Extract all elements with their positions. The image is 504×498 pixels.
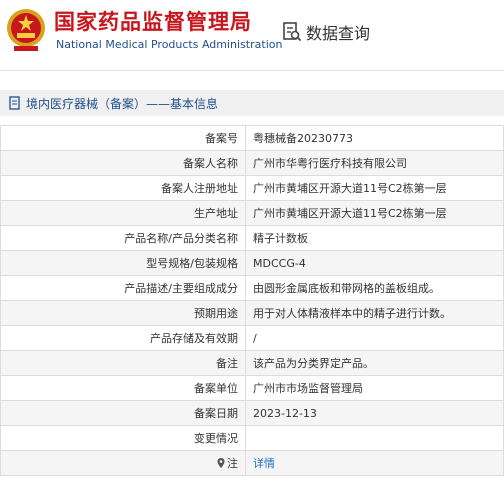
table-row: 型号规格/包装规格 MDCCG-4 (0, 250, 504, 276)
field-label: 变更情况 (0, 425, 246, 451)
table-row: 生产地址 广州市黄埔区开源大道11号C2栋第一层 (0, 200, 504, 226)
table-row: 注 详情 (0, 450, 504, 476)
field-label: 备案人注册地址 (0, 175, 246, 201)
location-pin-icon (217, 458, 225, 468)
field-label: 产品存储及有效期 (0, 325, 246, 351)
field-label: 产品描述/主要组成成分 (0, 275, 246, 301)
header-divider (0, 70, 504, 71)
national-emblem-icon (7, 9, 45, 51)
details-link[interactable]: 详情 (253, 457, 275, 470)
field-value (245, 425, 504, 451)
field-value: MDCCG-4 (245, 250, 504, 276)
table-row: 备案号 粤穗械备20230773 (0, 125, 504, 151)
field-value: 用于对人体精液样本中的精子进行计数。 (245, 300, 504, 326)
field-label: 备案日期 (0, 400, 246, 426)
table-row: 产品存储及有效期 / (0, 325, 504, 351)
field-value: 精子计数板 (245, 225, 504, 251)
data-query-label: 数据查询 (306, 24, 371, 43)
table-row: 备案单位 广州市市场监督管理局 (0, 375, 504, 401)
field-value: 由圆形金属底板和带网格的盖板组成。 (245, 275, 504, 301)
breadcrumb: 境内医疗器械（备案）——基本信息 (0, 90, 504, 116)
field-label: 备案人名称 (0, 150, 246, 176)
field-label: 产品名称/产品分类名称 (0, 225, 246, 251)
table-row: 产品名称/产品分类名称 精子计数板 (0, 225, 504, 251)
field-label: 注 (227, 457, 238, 470)
field-value: 广州市市场监督管理局 (245, 375, 504, 401)
field-label: 型号规格/包装规格 (0, 250, 246, 276)
table-row: 产品描述/主要组成成分 由圆形金属底板和带网格的盖板组成。 (0, 275, 504, 301)
table-row: 备案人注册地址 广州市黄埔区开源大道11号C2栋第一层 (0, 175, 504, 201)
document-icon (9, 96, 20, 110)
field-value: 广州市黄埔区开源大道11号C2栋第一层 (245, 200, 504, 226)
breadcrumb-text: 境内医疗器械（备案）——基本信息 (26, 96, 219, 111)
field-value: 该产品为分类界定产品。 (245, 350, 504, 376)
note-label-cell: 注 (0, 450, 246, 476)
field-label: 备案单位 (0, 375, 246, 401)
table-row: 备注 该产品为分类界定产品。 (0, 350, 504, 376)
data-query-link[interactable]: 数据查询 (282, 20, 370, 44)
table-row: 预期用途 用于对人体精液样本中的精子进行计数。 (0, 300, 504, 326)
field-value-cell: 详情 (245, 450, 504, 476)
field-label: 预期用途 (0, 300, 246, 326)
field-label: 备案号 (0, 125, 246, 151)
field-label: 生产地址 (0, 200, 246, 226)
table-row: 变更情况 (0, 425, 504, 451)
site-header: 国家药品监督管理局 National Medical Products Admi… (0, 0, 504, 72)
site-title-en: National Medical Products Administration (56, 38, 283, 51)
site-title-cn: 国家药品监督管理局 (54, 10, 252, 34)
field-value: 广州市黄埔区开源大道11号C2栋第一层 (245, 175, 504, 201)
detail-table: 备案号 粤穗械备20230773 备案人名称 广州市华粤行医疗科技有限公司 备案… (0, 125, 504, 476)
field-value: 广州市华粤行医疗科技有限公司 (245, 150, 504, 176)
table-row: 备案人名称 广州市华粤行医疗科技有限公司 (0, 150, 504, 176)
document-search-icon (283, 22, 302, 42)
field-value: / (245, 325, 504, 351)
field-value: 粤穗械备20230773 (245, 125, 504, 151)
field-label: 备注 (0, 350, 246, 376)
table-row: 备案日期 2023-12-13 (0, 400, 504, 426)
field-value: 2023-12-13 (245, 400, 504, 426)
